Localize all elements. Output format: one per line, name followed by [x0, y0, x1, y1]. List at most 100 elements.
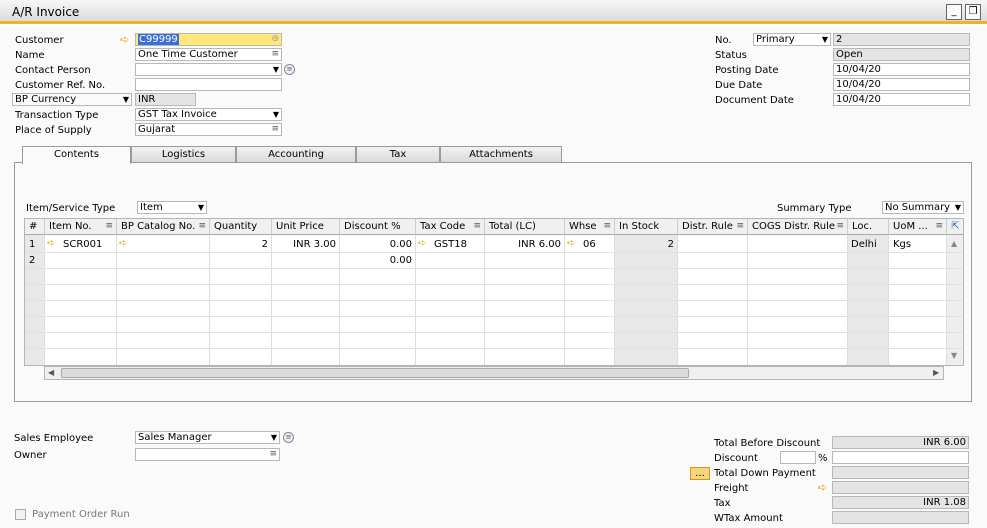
list-icon[interactable]: ≡	[271, 124, 279, 135]
column-header-num[interactable]: #	[25, 219, 45, 235]
link-arrow-icon[interactable]: ➪	[47, 238, 55, 250]
series-select[interactable]: Primary ▼	[753, 33, 831, 46]
contact-person-select[interactable]: ▼	[135, 63, 282, 76]
place-of-supply-label: Place of Supply	[15, 125, 92, 136]
column-header-label: BP Catalog No.	[121, 221, 196, 232]
contact-person-label: Contact Person	[15, 65, 91, 76]
column-header-loc[interactable]: Loc.	[848, 219, 889, 235]
column-header-whse[interactable]: Whse ≡	[565, 219, 615, 235]
bp-currency-field: INR	[135, 93, 196, 106]
summary-type-select[interactable]: No Summary ▼	[882, 201, 964, 214]
sales-employee-select[interactable]: Sales Manager ▼	[135, 431, 280, 444]
list-icon[interactable]: ≡	[269, 449, 277, 460]
details-icon[interactable]: ≡	[283, 432, 294, 443]
unit-price-cell[interactable]: INR 3.00	[272, 239, 336, 250]
column-header-label: COGS Distr. Rule	[752, 221, 836, 232]
transaction-type-select[interactable]: GST Tax Invoice ▼	[135, 108, 282, 121]
due-date-field[interactable]: 10/04/20	[833, 78, 970, 91]
column-header-total-lc[interactable]: Total (LC)	[485, 219, 565, 235]
link-arrow-icon[interactable]: ➪	[818, 482, 827, 494]
tab-accounting[interactable]: Accounting	[236, 146, 356, 163]
horizontal-scrollbar[interactable]: ◀ ▶	[44, 366, 944, 380]
scroll-up-icon[interactable]: ▲	[951, 239, 957, 248]
customer-field[interactable]: C99999 ⊜	[135, 33, 282, 46]
tab-attachments[interactable]: Attachments	[440, 146, 562, 163]
column-header-item-no[interactable]: Item No. ≡	[45, 219, 117, 235]
name-field[interactable]: One Time Customer ≡	[135, 48, 282, 61]
quantity-cell[interactable]: 2	[210, 239, 268, 250]
restore-icon[interactable]: ❐	[965, 4, 981, 20]
link-arrow-icon[interactable]: ➪	[119, 238, 127, 250]
chevron-down-icon: ▼	[270, 433, 277, 442]
total-lc-cell[interactable]: INR 6.00	[485, 239, 561, 250]
status-label: Status	[715, 50, 747, 61]
transaction-type-value: GST Tax Invoice	[138, 109, 217, 120]
posting-date-field[interactable]: 10/04/20	[833, 63, 970, 76]
row-divider	[25, 300, 963, 301]
tax-code-cell[interactable]: GST18	[434, 239, 467, 250]
window-title: A/R Invoice	[12, 5, 80, 19]
place-of-supply-field[interactable]: Gujarat ≡	[135, 123, 282, 136]
total-down-payment-label: Total Down Payment	[714, 468, 816, 479]
in-stock-cell: 2	[667, 239, 674, 250]
window-titlebar: A/R Invoice _ ❐	[0, 0, 987, 24]
tab-contents[interactable]: Contents	[22, 146, 131, 164]
owner-field[interactable]: ≡	[135, 448, 280, 461]
doc-number-field: 2	[833, 33, 970, 46]
uom-cell[interactable]: Kgs	[893, 239, 911, 250]
due-date-label: Due Date	[715, 80, 763, 91]
percent-sign: %	[818, 453, 828, 464]
column-header-tax-code[interactable]: Tax Code ≡	[416, 219, 485, 235]
scrollbar-thumb[interactable]	[61, 368, 689, 378]
wtax-amount-label: WTax Amount	[714, 513, 783, 524]
form-settings-icon[interactable]: ⇱	[947, 219, 963, 235]
column-header-distr-rule[interactable]: Distr. Rule ≡	[678, 219, 748, 235]
list-icon[interactable]: ≡	[271, 49, 279, 60]
due-date-value: 10/04/20	[836, 79, 881, 90]
customer-label: Customer	[15, 35, 64, 46]
column-header-uom[interactable]: UoM ... ≡	[889, 219, 947, 235]
link-arrow-icon[interactable]: ➪	[567, 238, 575, 250]
link-arrow-icon[interactable]: ➪	[120, 34, 129, 46]
link-arrow-icon[interactable]: ➪	[418, 238, 426, 250]
scroll-left-icon[interactable]: ◀	[48, 368, 54, 377]
item-no-cell[interactable]: SCR001	[63, 239, 102, 250]
minimize-icon[interactable]: _	[946, 4, 962, 20]
bp-currency-select[interactable]: BP Currency ▼	[12, 93, 132, 106]
scroll-down-icon[interactable]: ▼	[951, 351, 957, 360]
column-header-label: Whse	[569, 221, 597, 232]
down-payment-button[interactable]: ...	[690, 467, 710, 480]
payment-order-run-checkbox[interactable]	[15, 509, 26, 520]
column-header-cogs-distr-rule[interactable]: COGS Distr. Rule ≡	[748, 219, 848, 235]
column-header-discount[interactable]: Discount %	[340, 219, 416, 235]
tab-logistics[interactable]: Logistics	[131, 146, 236, 163]
tax-value: INR 1.08	[923, 497, 966, 508]
name-value: One Time Customer	[138, 49, 238, 60]
list-icon: ≡	[473, 221, 481, 231]
discount-cell[interactable]: 0.00	[340, 255, 412, 266]
details-icon[interactable]: ≡	[284, 64, 295, 75]
whse-cell[interactable]: 06	[583, 239, 596, 250]
total-before-discount-field: INR 6.00	[832, 436, 969, 449]
column-header-unit-price[interactable]: Unit Price	[272, 219, 340, 235]
document-date-field[interactable]: 10/04/20	[833, 93, 970, 106]
column-header-bp-catalog-no[interactable]: BP Catalog No. ≡	[117, 219, 210, 235]
status-value: Open	[836, 49, 863, 60]
chevron-down-icon: ▼	[821, 35, 828, 44]
discount-percent-field[interactable]	[780, 451, 816, 464]
scroll-right-icon[interactable]: ▶	[933, 368, 939, 377]
column-header-in-stock[interactable]: In Stock	[615, 219, 678, 235]
column-header-quantity[interactable]: Quantity	[210, 219, 272, 235]
discount-amount-field[interactable]	[832, 451, 969, 464]
tab-tax[interactable]: Tax	[356, 146, 440, 163]
row-divider	[25, 316, 963, 317]
payment-order-run-label: Payment Order Run	[32, 509, 130, 520]
summary-type-label: Summary Type	[777, 203, 852, 214]
customer-ref-field[interactable]	[135, 78, 282, 91]
sales-employee-label: Sales Employee	[14, 433, 94, 444]
discount-cell[interactable]: 0.00	[340, 239, 412, 250]
choose-from-list-icon[interactable]: ⊜	[271, 34, 279, 45]
posting-date-value: 10/04/20	[836, 64, 881, 75]
chevron-down-icon: ▼	[272, 110, 279, 119]
item-service-type-select[interactable]: Item ▼	[137, 201, 207, 214]
